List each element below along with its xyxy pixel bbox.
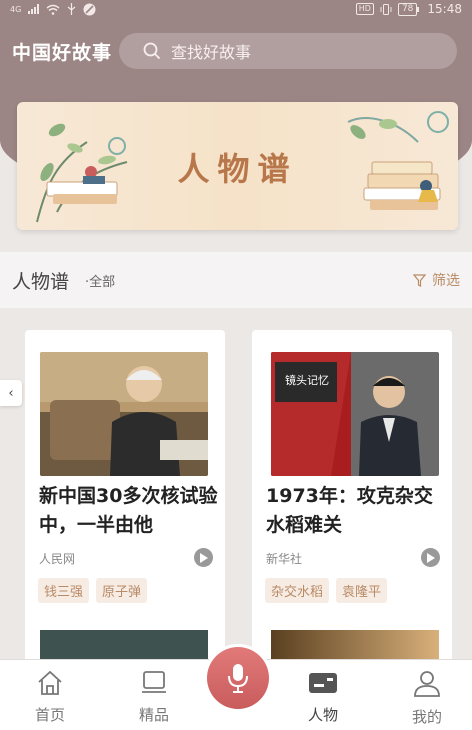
voice-button[interactable] (204, 644, 272, 712)
nav-label: 我的 (411, 708, 442, 726)
story-card-tags: 钱三强 原子弹 (38, 578, 148, 603)
nav-home[interactable]: 首页 (20, 670, 80, 725)
story-list[interactable]: ‹ 新中国30多次核试验中，一半由他 人民网 钱三强 原子弹 镜头记忆 1973… (0, 308, 472, 660)
story-card[interactable] (252, 620, 452, 660)
vibrate-icon (380, 3, 392, 15)
feature-banner[interactable]: 人物谱 (17, 102, 458, 230)
nav-profile[interactable]: 我的 (397, 670, 457, 727)
battery-indicator: 78 (397, 2, 420, 16)
home-icon (38, 670, 62, 695)
user-icon (414, 671, 440, 697)
bottom-nav: 首页 精品 人物 我的 (0, 644, 472, 730)
story-card[interactable]: 新中国30多次核试验中，一半由他 人民网 钱三强 原子弹 (25, 330, 225, 630)
filter-label: 筛选 (432, 273, 460, 289)
story-card[interactable]: 镜头记忆 1973年：攻克杂交水稻难关 新华社 杂交水稻 袁隆平 (252, 330, 452, 630)
story-card-title: 新中国30多次核试验中，一半由他 (39, 485, 218, 536)
app-title: 中国好故事 (12, 41, 113, 64)
filter-icon (413, 273, 426, 287)
search-placeholder: 查找好故事 (171, 43, 252, 62)
wifi-icon (46, 4, 60, 15)
status-bar: 4G HD 78 15:48 (0, 0, 472, 18)
story-card-image (40, 352, 208, 476)
section-subtitle[interactable]: ·全部 (85, 271, 115, 290)
play-icon[interactable] (194, 548, 213, 567)
tag[interactable]: 杂交水稻 (265, 578, 330, 603)
tag[interactable]: 钱三强 (38, 578, 90, 603)
dnd-icon (83, 3, 96, 15)
image-caption: 镜头记忆 (285, 374, 329, 387)
usb-icon (67, 3, 76, 15)
person-card-icon (309, 673, 337, 693)
microphone-icon (228, 664, 248, 693)
story-card-title: 1973年：攻克杂交水稻难关 (266, 485, 433, 536)
hd-badge: HD (355, 3, 374, 15)
tag[interactable]: 袁隆平 (336, 578, 388, 603)
app-bar: 中国好故事 查找好故事 (0, 30, 472, 72)
section-header: 人物谱 ·全部 筛选 (0, 252, 472, 308)
nav-label: 精品 (138, 706, 169, 724)
story-card-tags: 杂交水稻 袁隆平 (265, 578, 388, 603)
nav-premium[interactable]: 精品 (124, 670, 184, 725)
search-bar[interactable]: 查找好故事 (119, 33, 457, 69)
network-label: 4G (10, 4, 22, 14)
search-icon (143, 42, 161, 60)
tag[interactable]: 原子弹 (96, 578, 148, 603)
play-icon[interactable] (421, 548, 440, 567)
premium-icon (142, 671, 166, 693)
nav-label: 首页 (34, 706, 65, 724)
filter-button[interactable]: 筛选 (413, 270, 460, 290)
nav-label: 人物 (307, 706, 338, 724)
chevron-left-icon[interactable]: ‹ (0, 380, 22, 406)
banner-illustration-right (347, 111, 449, 210)
nav-people[interactable]: 人物 (293, 670, 353, 725)
story-card-source: 新华社 (266, 552, 303, 566)
section-title: 人物谱 (12, 270, 70, 293)
signal-icon (28, 4, 40, 14)
story-card-image: 镜头记忆 (271, 352, 439, 476)
story-card-image (271, 630, 439, 660)
story-card[interactable] (25, 620, 225, 660)
story-card-image (40, 630, 208, 660)
clock: 15:48 (427, 2, 462, 16)
story-card-source: 人民网 (39, 552, 76, 566)
